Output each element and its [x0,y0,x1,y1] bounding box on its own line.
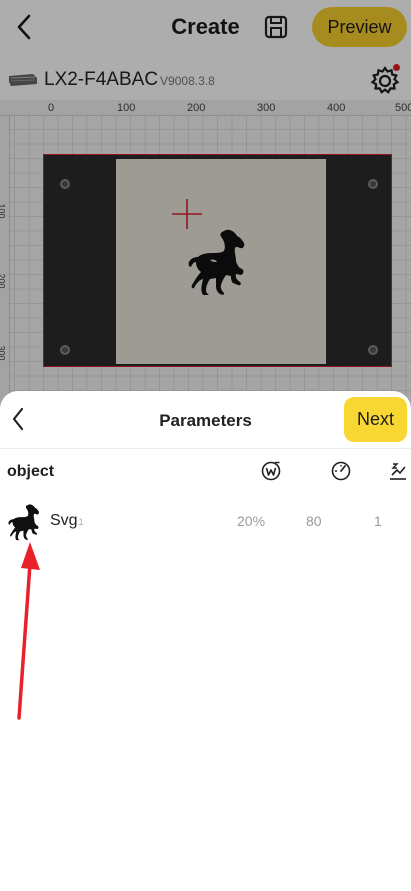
object-name-text: Svg [50,512,78,529]
object-row[interactable]: Svg1 20% 80 1 [0,499,411,543]
speed-gauge-icon [331,461,351,481]
horse-thumbnail-icon [8,504,39,541]
parameters-column-header: object [0,451,411,491]
next-button[interactable]: Next [344,397,407,442]
editor-area: Create Preview LX2-F4ABAC V9008.3.8 0 10… [0,0,411,410]
speed-value[interactable]: 80 [306,513,322,529]
object-name-suffix: 1 [78,517,84,527]
passes-value[interactable]: 1 [374,513,382,529]
sheet-header: Parameters Next [0,391,411,449]
object-column-label: object [7,463,55,480]
dim-overlay[interactable] [0,0,411,410]
passes-icon [390,463,406,480]
parameters-sheet: Parameters Next object Svg1 20% 80 1 [0,391,411,891]
object-name: Svg1 [50,512,84,530]
power-w-icon [261,461,281,481]
red-arrow-annotation [17,542,40,720]
power-value[interactable]: 20% [237,513,265,529]
